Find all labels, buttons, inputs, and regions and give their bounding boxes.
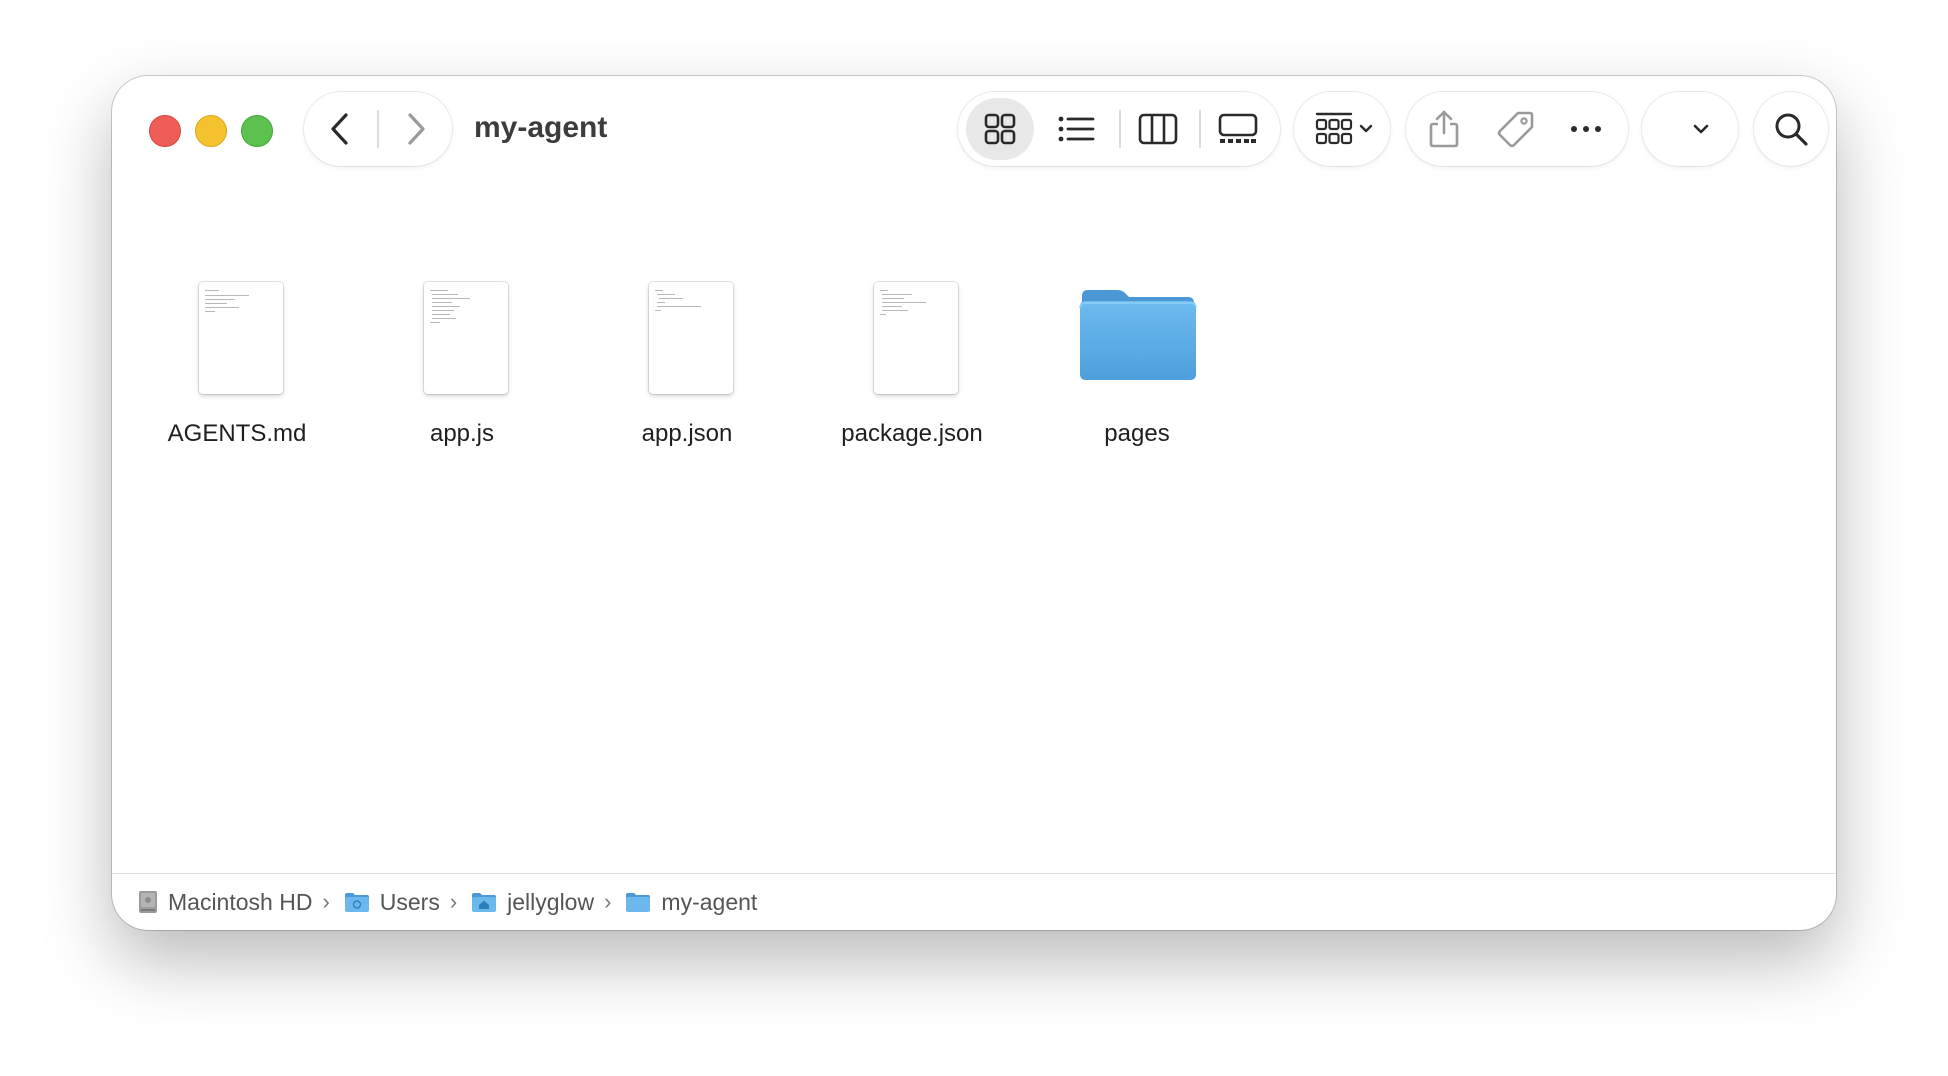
close-button[interactable]	[149, 115, 181, 147]
overflow-menu-button[interactable]	[1642, 92, 1738, 166]
home-folder-icon	[471, 891, 497, 913]
more-actions-button[interactable]	[1554, 98, 1618, 160]
share-icon	[1429, 110, 1459, 148]
chevron-down-icon	[1359, 124, 1373, 133]
zoom-button[interactable]	[241, 115, 273, 147]
path-item-label: my-agent	[661, 888, 758, 915]
document-icon	[199, 282, 283, 394]
gallery-icon	[1218, 113, 1258, 143]
path-item-users[interactable]: Users	[344, 889, 440, 916]
folder-icon	[344, 891, 370, 913]
column-view-button[interactable]	[1124, 98, 1192, 160]
share-button[interactable]	[1412, 98, 1476, 160]
tag-icon	[1497, 111, 1534, 148]
finder-window: my-agent AGENTS.md app.js app.json packa…	[112, 76, 1836, 930]
chevron-down-icon	[1693, 124, 1709, 134]
back-button[interactable]	[304, 92, 376, 166]
path-item-my-agent[interactable]: my-agent	[625, 889, 757, 916]
document-icon	[649, 282, 733, 394]
view-divider	[1119, 110, 1121, 148]
forward-button[interactable]	[380, 92, 452, 166]
folder-item[interactable]: pages	[1042, 282, 1232, 492]
tag-button[interactable]	[1484, 98, 1548, 160]
file-item[interactable]: app.js	[367, 282, 557, 492]
document-icon	[424, 282, 508, 394]
file-name: app.json	[641, 420, 733, 447]
columns-icon	[1138, 113, 1178, 145]
file-name: AGENTS.md	[167, 420, 307, 447]
search-control[interactable]	[1760, 98, 1822, 160]
path-item-label: Users	[379, 888, 440, 915]
document-icon	[874, 282, 958, 394]
chevron-right-icon: ›	[449, 889, 458, 914]
group-by-button[interactable]	[1294, 92, 1390, 166]
toolbar: my-agent	[112, 76, 1836, 184]
chevron-left-icon	[331, 113, 348, 145]
view-mode-group	[958, 92, 1280, 166]
search-icon	[1775, 113, 1808, 146]
folder-icon	[625, 891, 651, 913]
minimize-button[interactable]	[195, 115, 227, 147]
folder-icon	[1079, 290, 1197, 380]
path-item-macintosh-hd[interactable]: Macintosh HD	[138, 889, 312, 916]
chevron-right-icon: ›	[322, 889, 330, 914]
path-bar: Macintosh HD › Users › jellyglow › my-ag…	[112, 873, 1836, 930]
navigation-group	[304, 92, 452, 166]
group-by-control[interactable]	[1304, 98, 1384, 160]
hard-drive-icon	[138, 890, 158, 914]
icon-view-button[interactable]	[966, 98, 1034, 160]
nav-divider	[377, 110, 379, 148]
file-item[interactable]: package.json	[817, 282, 1007, 492]
ellipsis-icon	[1571, 126, 1601, 132]
file-icon-grid: AGENTS.md app.js app.json package.json p…	[112, 184, 1836, 874]
file-name: app.js	[429, 420, 495, 447]
search-button[interactable]	[1754, 92, 1828, 166]
list-icon	[1058, 116, 1095, 142]
group-by-icon	[1315, 112, 1353, 145]
grid-icon	[984, 113, 1016, 145]
window-title: my-agent	[474, 111, 608, 144]
path-item-label: Macintosh HD	[168, 888, 313, 915]
chevron-right-icon: ›	[604, 889, 612, 914]
folder-name: pages	[1104, 420, 1170, 447]
file-item[interactable]: app.json	[592, 282, 782, 492]
action-group	[1406, 92, 1628, 166]
path-item-label: jellyglow	[507, 888, 595, 915]
view-divider	[1199, 110, 1201, 148]
path-item-jellyglow[interactable]: jellyglow	[471, 889, 594, 916]
gallery-view-button[interactable]	[1204, 98, 1272, 160]
chevron-right-icon	[408, 113, 425, 145]
overflow-menu-control[interactable]	[1666, 98, 1736, 160]
list-view-button[interactable]	[1042, 98, 1110, 160]
file-item[interactable]: AGENTS.md	[142, 282, 332, 492]
file-name: package.json	[841, 420, 983, 447]
